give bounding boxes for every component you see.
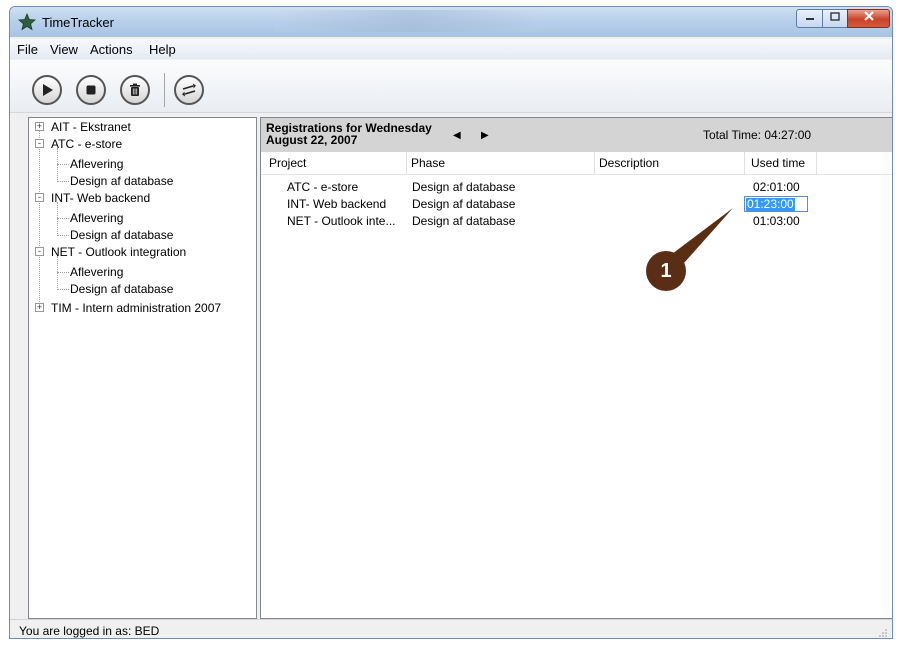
close-button[interactable] (847, 9, 890, 28)
cell-phase: Design af database (412, 180, 516, 194)
registrations-panel: Registrations for Wednesday August 22, 2… (260, 117, 892, 619)
used-time-edit-field[interactable]: 01:23:00 (744, 196, 808, 212)
status-text: You are logged in as: BED (19, 624, 160, 638)
total-time-label: Total Time: 04:27:00 (703, 128, 812, 142)
registrations-date: August 22, 2007 (266, 133, 358, 147)
app-star-icon (18, 13, 36, 31)
tree-expander-minus-icon[interactable]: - (35, 193, 44, 202)
title-bar[interactable]: TimeTracker (10, 7, 892, 37)
cell-used-time: 02:01:00 (753, 180, 800, 194)
cell-used-time: 01:03:00 (753, 214, 800, 228)
column-header-project[interactable]: Project (265, 152, 407, 174)
maximize-button[interactable] (822, 9, 848, 28)
menu-view[interactable]: View (50, 42, 78, 57)
toolbar (10, 60, 892, 113)
maximize-icon (830, 12, 840, 21)
switch-button[interactable] (174, 75, 204, 105)
tree-item-int-aflevering[interactable]: Aflevering (70, 210, 123, 227)
play-icon (43, 84, 53, 96)
tree-expander-plus-icon[interactable]: + (35, 122, 44, 131)
tree-connector (57, 164, 69, 165)
close-icon (863, 11, 874, 21)
status-bar: You are logged in as: BED (10, 619, 892, 638)
tree-expander-plus-icon[interactable]: + (35, 303, 44, 312)
column-header-used-time[interactable]: Used time (745, 152, 817, 174)
tree-root-line (39, 130, 40, 308)
tree-connector (57, 235, 69, 236)
tree-item-tim[interactable]: + TIM - Intern administration 2007 (29, 300, 256, 317)
column-header-phase[interactable]: Phase (407, 152, 595, 174)
tree-connector (57, 289, 69, 290)
start-button[interactable] (32, 75, 62, 105)
delete-button[interactable] (120, 75, 150, 105)
next-day-arrow-icon[interactable]: ▶ (481, 130, 489, 141)
tree-item-label: AIT - Ekstranet (51, 120, 131, 134)
cell-project: ATC - e-store (287, 180, 359, 194)
swap-arrows-icon (182, 83, 196, 97)
registrations-header: Registrations for Wednesday August 22, 2… (261, 118, 892, 152)
table-header: Project Phase Description Used time (261, 152, 892, 175)
tree-branch-line-int (57, 202, 58, 236)
tree-item-atc-design[interactable]: Design af database (70, 173, 173, 190)
tree-item-label: INT- Web backend (51, 191, 151, 205)
column-header-description[interactable]: Description (595, 152, 745, 174)
tree-item-int-design[interactable]: Design af database (70, 227, 173, 244)
trash-icon (130, 83, 140, 96)
tree-item-int[interactable]: - INT- Web backend (29, 190, 256, 207)
resize-grip-icon[interactable] (876, 626, 888, 638)
cell-project: NET - Outlook inte... (287, 214, 396, 228)
tree-item-atc[interactable]: - ATC - e-store (29, 136, 256, 153)
tree-item-net-aflevering[interactable]: Aflevering (70, 264, 123, 281)
toolbar-separator (164, 73, 165, 107)
used-time-selected-text: 01:23:00 (746, 197, 795, 211)
menu-help[interactable]: Help (149, 42, 176, 57)
tree-item-atc-aflevering[interactable]: Aflevering (70, 156, 123, 173)
menu-actions[interactable]: Actions (90, 42, 133, 57)
cell-phase: Design af database (412, 214, 516, 228)
tree-expander-minus-icon[interactable]: - (35, 139, 44, 148)
stop-button[interactable] (76, 75, 106, 105)
window-title: TimeTracker (42, 15, 114, 30)
tree-connector (57, 218, 69, 219)
tree-item-ait[interactable]: + AIT - Ekstranet (29, 119, 256, 136)
tree-connector (57, 181, 69, 182)
tree-item-net-design[interactable]: Design af database (70, 281, 173, 298)
minimize-button[interactable] (796, 9, 823, 28)
tree-item-net[interactable]: - NET - Outlook integration (29, 244, 256, 261)
tree-branch-line-net (57, 256, 58, 290)
title-bar-blur (275, 10, 545, 32)
tree-branch-line-atc (57, 148, 58, 182)
tree-connector (57, 272, 69, 273)
callout-number-badge: 1 (646, 251, 686, 291)
tree-item-label: ATC - e-store (51, 137, 123, 151)
tree-expander-minus-icon[interactable]: - (35, 247, 44, 256)
project-tree[interactable]: + AIT - Ekstranet - ATC - e-store Afleve… (28, 117, 257, 619)
cell-phase: Design af database (412, 197, 516, 211)
menu-bar: File View Actions Help (10, 39, 892, 59)
previous-day-arrow-icon[interactable]: ◀ (453, 130, 461, 141)
tree-item-label: TIM - Intern administration 2007 (51, 301, 222, 315)
menu-file[interactable]: File (17, 42, 38, 57)
stop-icon (86, 85, 96, 95)
cell-project: INT- Web backend (287, 197, 387, 211)
tree-item-label: NET - Outlook integration (51, 245, 187, 259)
minimize-icon (805, 18, 814, 20)
main-window: TimeTracker File View Actions Help + AIT… (9, 6, 893, 639)
